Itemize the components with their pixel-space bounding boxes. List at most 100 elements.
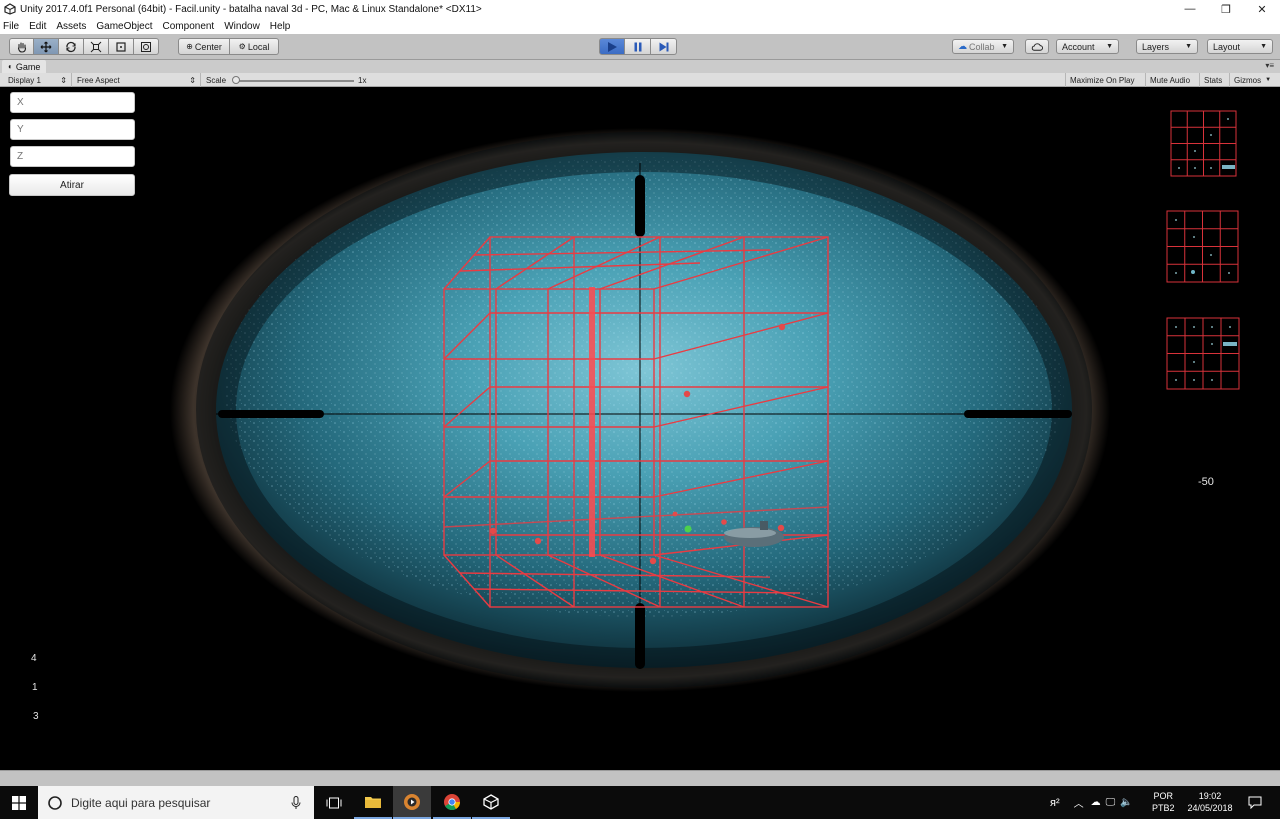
fire-button[interactable]: Atirar — [9, 174, 135, 196]
lang-top: POR — [1153, 791, 1174, 801]
mute-audio-toggle[interactable]: Mute Audio — [1145, 73, 1194, 87]
menu-window[interactable]: Window — [224, 21, 260, 32]
unity-logo-icon — [4, 3, 16, 15]
folder-icon — [365, 796, 381, 808]
tab-game-label: Game — [15, 61, 41, 72]
stats-toggle[interactable]: Stats — [1199, 73, 1226, 87]
unity-editor-window: Unity 2017.4.0f1 Personal (64bit) - Faci… — [0, 0, 1280, 819]
taskbar-search-box[interactable]: Digite aqui para pesquisar — [38, 786, 314, 819]
aspect-select[interactable]: Free Aspect ⇕ — [73, 73, 201, 87]
hand-icon — [17, 41, 26, 53]
task-view-button[interactable] — [315, 786, 353, 819]
microphone-icon[interactable] — [291, 796, 301, 810]
hit-marker — [684, 525, 692, 533]
unity-icon — [483, 793, 499, 810]
title-bar: Unity 2017.4.0f1 Personal (64bit) - Faci… — [0, 0, 1280, 18]
windows-logo-icon — [12, 795, 26, 810]
minimap-layer-3 — [1166, 317, 1240, 390]
tab-game[interactable]: ◐ Game — [2, 60, 47, 73]
start-button[interactable] — [0, 786, 38, 819]
counter-3: 3 — [33, 711, 39, 722]
rotate-tool-button[interactable] — [59, 38, 84, 55]
onedrive-icon[interactable]: ☁ — [1091, 797, 1101, 808]
action-center-button[interactable] — [1240, 786, 1270, 819]
window-controls: — ❐ ✕ — [1172, 0, 1280, 18]
collab-label: Collab — [969, 41, 995, 52]
layers-dropdown[interactable]: Layers ▼ — [1136, 39, 1198, 54]
playback-controls — [599, 38, 677, 55]
display-select[interactable]: Display 1 ⇕ — [4, 73, 72, 87]
taskbar-media-app[interactable] — [393, 786, 431, 819]
chevron-down-icon: ▼ — [1106, 43, 1113, 50]
scale-slider-handle[interactable] — [232, 76, 240, 84]
people-icon[interactable]: ᴙ² — [1050, 797, 1060, 809]
scale-icon — [90, 41, 102, 52]
task-view-icon — [326, 797, 342, 808]
rect-tool-button[interactable] — [109, 38, 134, 55]
taskbar-unity[interactable] — [472, 786, 510, 819]
chevron-down-icon: ▼ — [1001, 43, 1008, 50]
layout-label: Layout — [1213, 41, 1241, 52]
move-tool-button[interactable] — [34, 38, 59, 55]
chevron-down-icon: ▼ — [1260, 43, 1267, 50]
menu-gameobject[interactable]: GameObject — [96, 21, 152, 32]
scale-tool-button[interactable] — [84, 38, 109, 55]
pause-button[interactable] — [625, 38, 651, 55]
crosshair-left-post — [218, 410, 324, 418]
menu-component[interactable]: Component — [163, 21, 215, 32]
taskbar-clock[interactable]: 19:02 24/05/2018 — [1182, 790, 1238, 814]
taskbar-chrome[interactable] — [433, 786, 471, 819]
restore-button[interactable]: ❐ — [1208, 0, 1244, 18]
layers-label: Layers — [1142, 41, 1170, 52]
game-controller-icon: ◐ — [8, 62, 13, 71]
depth-readout: -50 — [1198, 476, 1214, 488]
game-control-bar: Display 1 ⇕ Free Aspect ⇕ Scale 1x Maxim… — [0, 73, 1280, 87]
game-viewport[interactable]: Atirar -50 4 1 3 — [0, 87, 1280, 770]
scale-slider-track[interactable] — [236, 80, 354, 82]
pivot-center-toggle[interactable]: ⊕ Center — [178, 38, 230, 55]
menu-help[interactable]: Help — [270, 21, 291, 32]
step-button[interactable] — [651, 38, 677, 55]
scale-value: 1x — [358, 75, 367, 85]
main-toolbar: ⊕ Center ⚙ Local ☁ Collab ▼ Account ▼ La… — [0, 34, 1280, 60]
account-dropdown[interactable]: Account ▼ — [1056, 39, 1119, 54]
transform-tool-button[interactable] — [134, 38, 159, 55]
scale-label: Scale — [206, 75, 227, 85]
menu-edit[interactable]: Edit — [29, 21, 46, 32]
cloud-button[interactable] — [1025, 39, 1049, 54]
minimize-button[interactable]: — — [1172, 0, 1208, 18]
maximize-on-play-toggle[interactable]: Maximize On Play — [1065, 73, 1138, 87]
y-coordinate-input[interactable] — [10, 119, 135, 140]
transform-tools — [9, 38, 159, 55]
cloud-up-icon: ☁ — [958, 41, 967, 51]
crosshair-right-post — [964, 410, 1072, 418]
pivot-local-label: Local — [247, 41, 270, 52]
grid-highlight-column — [589, 287, 595, 557]
taskbar-file-explorer[interactable] — [354, 786, 392, 819]
network-icon[interactable]: 🖵 — [1106, 797, 1116, 808]
chevron-down-icon: ▼ — [1185, 43, 1192, 50]
play-icon — [608, 41, 617, 52]
input-language-indicator[interactable]: POR PTB2 — [1152, 790, 1175, 814]
search-icon — [48, 795, 62, 810]
hand-tool-button[interactable] — [9, 38, 34, 55]
lang-bottom: PTB2 — [1152, 803, 1175, 813]
chevron-up-icon[interactable]: ︿ — [1074, 795, 1084, 810]
chrome-icon — [444, 793, 461, 810]
collab-dropdown[interactable]: ☁ Collab ▼ — [952, 39, 1014, 54]
z-coordinate-input[interactable] — [10, 146, 135, 167]
close-button[interactable]: ✕ — [1244, 0, 1280, 18]
tab-menu-icon[interactable]: ▾≡ — [1265, 61, 1274, 70]
volume-icon[interactable]: 🔈 — [1120, 797, 1132, 808]
layout-dropdown[interactable]: Layout ▼ — [1207, 39, 1273, 54]
x-coordinate-input[interactable] — [10, 92, 135, 113]
status-bar — [0, 770, 1280, 786]
pivot-local-toggle[interactable]: ⚙ Local — [230, 38, 279, 55]
pivot-center-label: Center — [194, 41, 222, 52]
menu-file[interactable]: File — [3, 21, 19, 32]
play-button[interactable] — [599, 38, 625, 55]
gizmos-dropdown[interactable]: Gizmos ▼ — [1229, 73, 1280, 87]
updown-icon: ⇕ — [60, 75, 67, 85]
menu-assets[interactable]: Assets — [56, 21, 86, 32]
crosshair-top-post — [635, 175, 645, 237]
